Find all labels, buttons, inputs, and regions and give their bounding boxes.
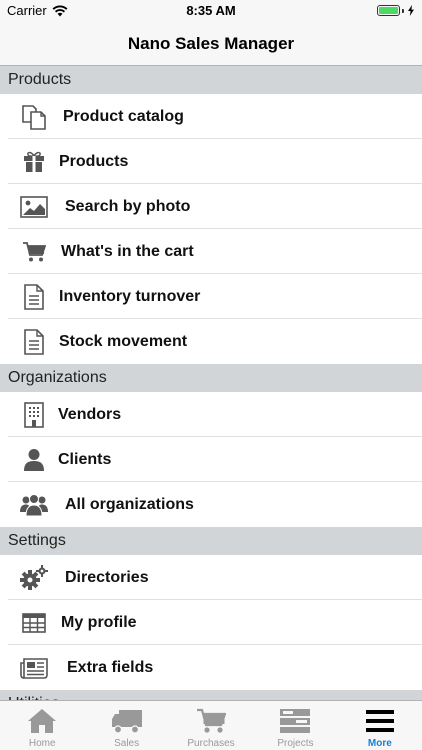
image-icon bbox=[20, 193, 48, 221]
menu-icon bbox=[363, 706, 397, 736]
menu-item-label: Directories bbox=[65, 568, 149, 586]
menu-item-label: Clients bbox=[58, 450, 112, 468]
tab-home[interactable]: Home bbox=[0, 701, 84, 750]
battery-icon bbox=[377, 5, 414, 16]
group-icon bbox=[20, 491, 48, 519]
section-header-utilities: Utilities bbox=[0, 690, 422, 700]
navigation-bar: Nano Sales Manager bbox=[0, 22, 422, 66]
document-icon bbox=[20, 283, 48, 311]
gears-icon bbox=[20, 564, 48, 592]
section-header-products: Products bbox=[0, 66, 422, 94]
table-icon bbox=[20, 609, 48, 637]
tab-label: Projects bbox=[277, 738, 314, 749]
menu-item-my-profile[interactable]: My profile bbox=[0, 600, 422, 645]
building-icon bbox=[20, 401, 48, 429]
menu-item-inventory-turnover[interactable]: Inventory turnover bbox=[0, 274, 422, 319]
gift-icon bbox=[20, 148, 48, 176]
page-title: Nano Sales Manager bbox=[127, 34, 295, 53]
menu-item-label: Product catalog bbox=[63, 107, 184, 125]
tab-label: More bbox=[367, 738, 392, 749]
menu-item-directories[interactable]: Directories bbox=[0, 555, 422, 600]
menu-item-extra-fields[interactable]: Extra fields bbox=[0, 645, 422, 690]
truck-icon bbox=[110, 706, 144, 736]
menu-item-label: All organizations bbox=[65, 495, 194, 513]
tab-label: Home bbox=[28, 738, 56, 749]
menu-item-label: Vendors bbox=[58, 405, 122, 423]
menu-item-clients[interactable]: Clients bbox=[0, 437, 422, 482]
menu-item-whats-in-the-cart[interactable]: What's in the cart bbox=[0, 229, 422, 274]
menu-item-label: Extra fields bbox=[67, 658, 154, 676]
menu-item-product-catalog[interactable]: Product catalog bbox=[0, 94, 422, 139]
menu-item-label: Stock movement bbox=[59, 332, 188, 350]
menu-item-label: What's in the cart bbox=[61, 242, 194, 260]
menu-item-products[interactable]: Products bbox=[0, 139, 422, 184]
newspaper-icon bbox=[20, 654, 48, 682]
server-icon bbox=[278, 706, 312, 736]
section-header-settings: Settings bbox=[0, 527, 422, 555]
status-bar: Carrier 8:35 AM bbox=[0, 0, 422, 22]
menu-item-label: My profile bbox=[61, 613, 137, 631]
tab-more[interactable]: More bbox=[338, 701, 422, 750]
menu-item-label: Search by photo bbox=[65, 197, 191, 215]
home-icon bbox=[25, 706, 59, 736]
menu-item-search-by-photo[interactable]: Search by photo bbox=[0, 184, 422, 229]
document-icon bbox=[20, 328, 48, 356]
documents-icon bbox=[20, 103, 48, 131]
menu-item-vendors[interactable]: Vendors bbox=[0, 392, 422, 437]
tab-bar: Home Sales Purchases Projects More bbox=[0, 700, 422, 750]
charging-icon bbox=[408, 5, 414, 16]
menu-item-label: Inventory turnover bbox=[59, 287, 201, 305]
tab-sales[interactable]: Sales bbox=[84, 701, 168, 750]
menu-item-all-organizations[interactable]: All organizations bbox=[0, 482, 422, 527]
menu-item-label: Products bbox=[59, 152, 129, 170]
tab-purchases[interactable]: Purchases bbox=[169, 701, 253, 750]
menu-list[interactable]: Products Product catalog Products Search… bbox=[0, 66, 422, 700]
menu-item-stock-movement[interactable]: Stock movement bbox=[0, 319, 422, 364]
tab-label: Purchases bbox=[187, 738, 235, 749]
cart-icon bbox=[194, 706, 228, 736]
status-time: 8:35 AM bbox=[186, 3, 236, 18]
section-header-organizations: Organizations bbox=[0, 364, 422, 392]
tab-label: Sales bbox=[114, 738, 140, 749]
tab-projects[interactable]: Projects bbox=[253, 701, 337, 750]
person-icon bbox=[20, 446, 48, 474]
cart-icon bbox=[20, 238, 48, 266]
